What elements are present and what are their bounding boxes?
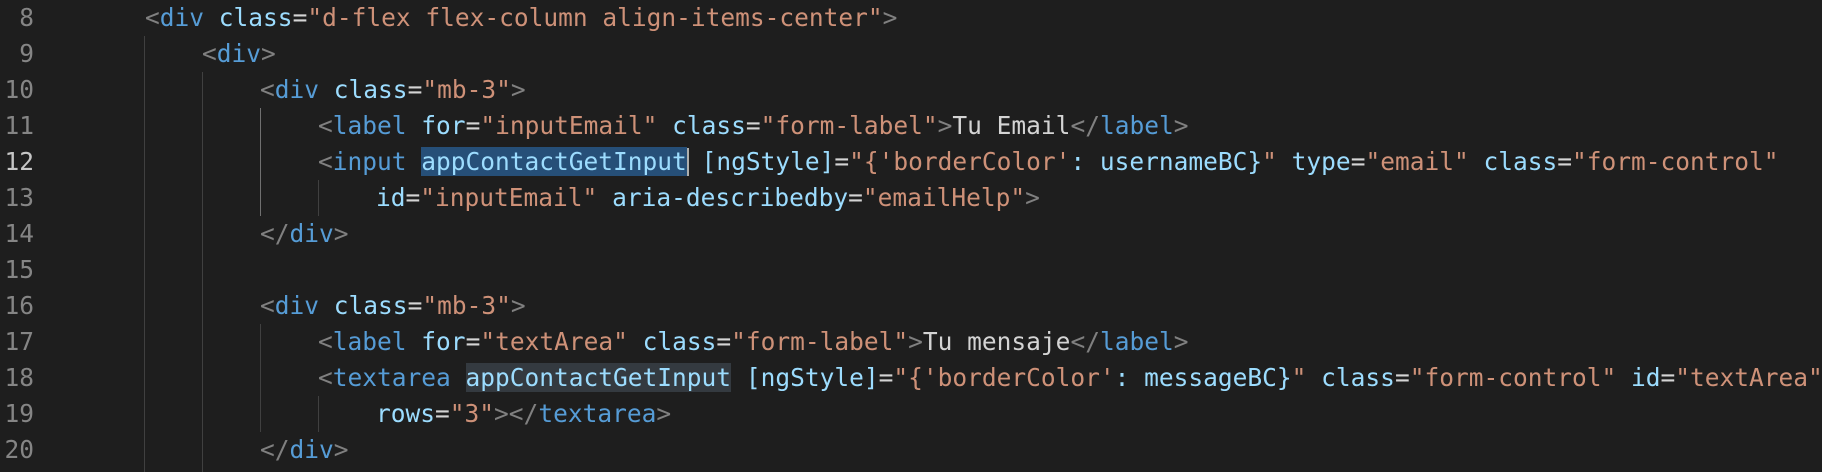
- code-text: <label for="inputEmail" class="form-labe…: [318, 111, 1189, 140]
- code-text: <textarea appContactGetInput [ngStyle]="…: [318, 363, 1822, 392]
- code-text: rows="3"></textarea>: [376, 399, 672, 428]
- code-line[interactable]: 16 <div class="mb-3">: [0, 288, 1822, 324]
- code-text: <div class="mb-3">: [260, 75, 526, 104]
- code-line[interactable]: 20 </div>: [0, 432, 1822, 468]
- line-number: 8: [19, 3, 34, 32]
- line-number: 20: [4, 435, 34, 464]
- code-line[interactable]: 8 <div class="d-flex flex-column align-i…: [0, 0, 1822, 36]
- code-line[interactable]: 18 <textarea appContactGetInput [ngStyle…: [0, 360, 1822, 396]
- code-editor[interactable]: 8 <div class="d-flex flex-column align-i…: [0, 0, 1822, 472]
- code-line[interactable]: 14 </div>: [0, 216, 1822, 252]
- code-text: </div>: [260, 435, 349, 464]
- line-number: 15: [4, 255, 34, 284]
- code-line[interactable]: 10 <div class="mb-3">: [0, 72, 1822, 108]
- code-text: <div class="d-flex flex-column align-ite…: [145, 3, 898, 32]
- code-line[interactable]: 15: [0, 252, 1822, 288]
- line-number: 17: [4, 327, 34, 356]
- code-line-active[interactable]: 12 <input appContactGetInput [ngStyle]="…: [0, 144, 1822, 180]
- code-line[interactable]: 19 rows="3"></textarea>: [0, 396, 1822, 432]
- text-cursor: [686, 148, 689, 176]
- code-line[interactable]: 9 <div>: [0, 36, 1822, 72]
- line-number: 14: [4, 219, 34, 248]
- line-number: 13: [4, 183, 34, 212]
- code-line[interactable]: 13 id="inputEmail" aria-describedby="ema…: [0, 180, 1822, 216]
- line-number: 10: [4, 75, 34, 104]
- code-line[interactable]: 17 <label for="textArea" class="form-lab…: [0, 324, 1822, 360]
- line-number: 18: [4, 363, 34, 392]
- code-text: <div>: [202, 39, 276, 68]
- code-text: <label for="textArea" class="form-label"…: [318, 327, 1189, 356]
- code-text: id="inputEmail" aria-describedby="emailH…: [376, 183, 1040, 212]
- line-number: 19: [4, 399, 34, 428]
- code-text: <input appContactGetInput [ngStyle]="{'b…: [318, 147, 1779, 176]
- line-number: 16: [4, 291, 34, 320]
- code-text: <div class="mb-3">: [260, 291, 526, 320]
- line-number: 12: [4, 147, 34, 176]
- line-number: 11: [4, 111, 34, 140]
- code-line[interactable]: 11 <label for="inputEmail" class="form-l…: [0, 108, 1822, 144]
- code-text: </div>: [260, 219, 349, 248]
- line-number: 9: [19, 39, 34, 68]
